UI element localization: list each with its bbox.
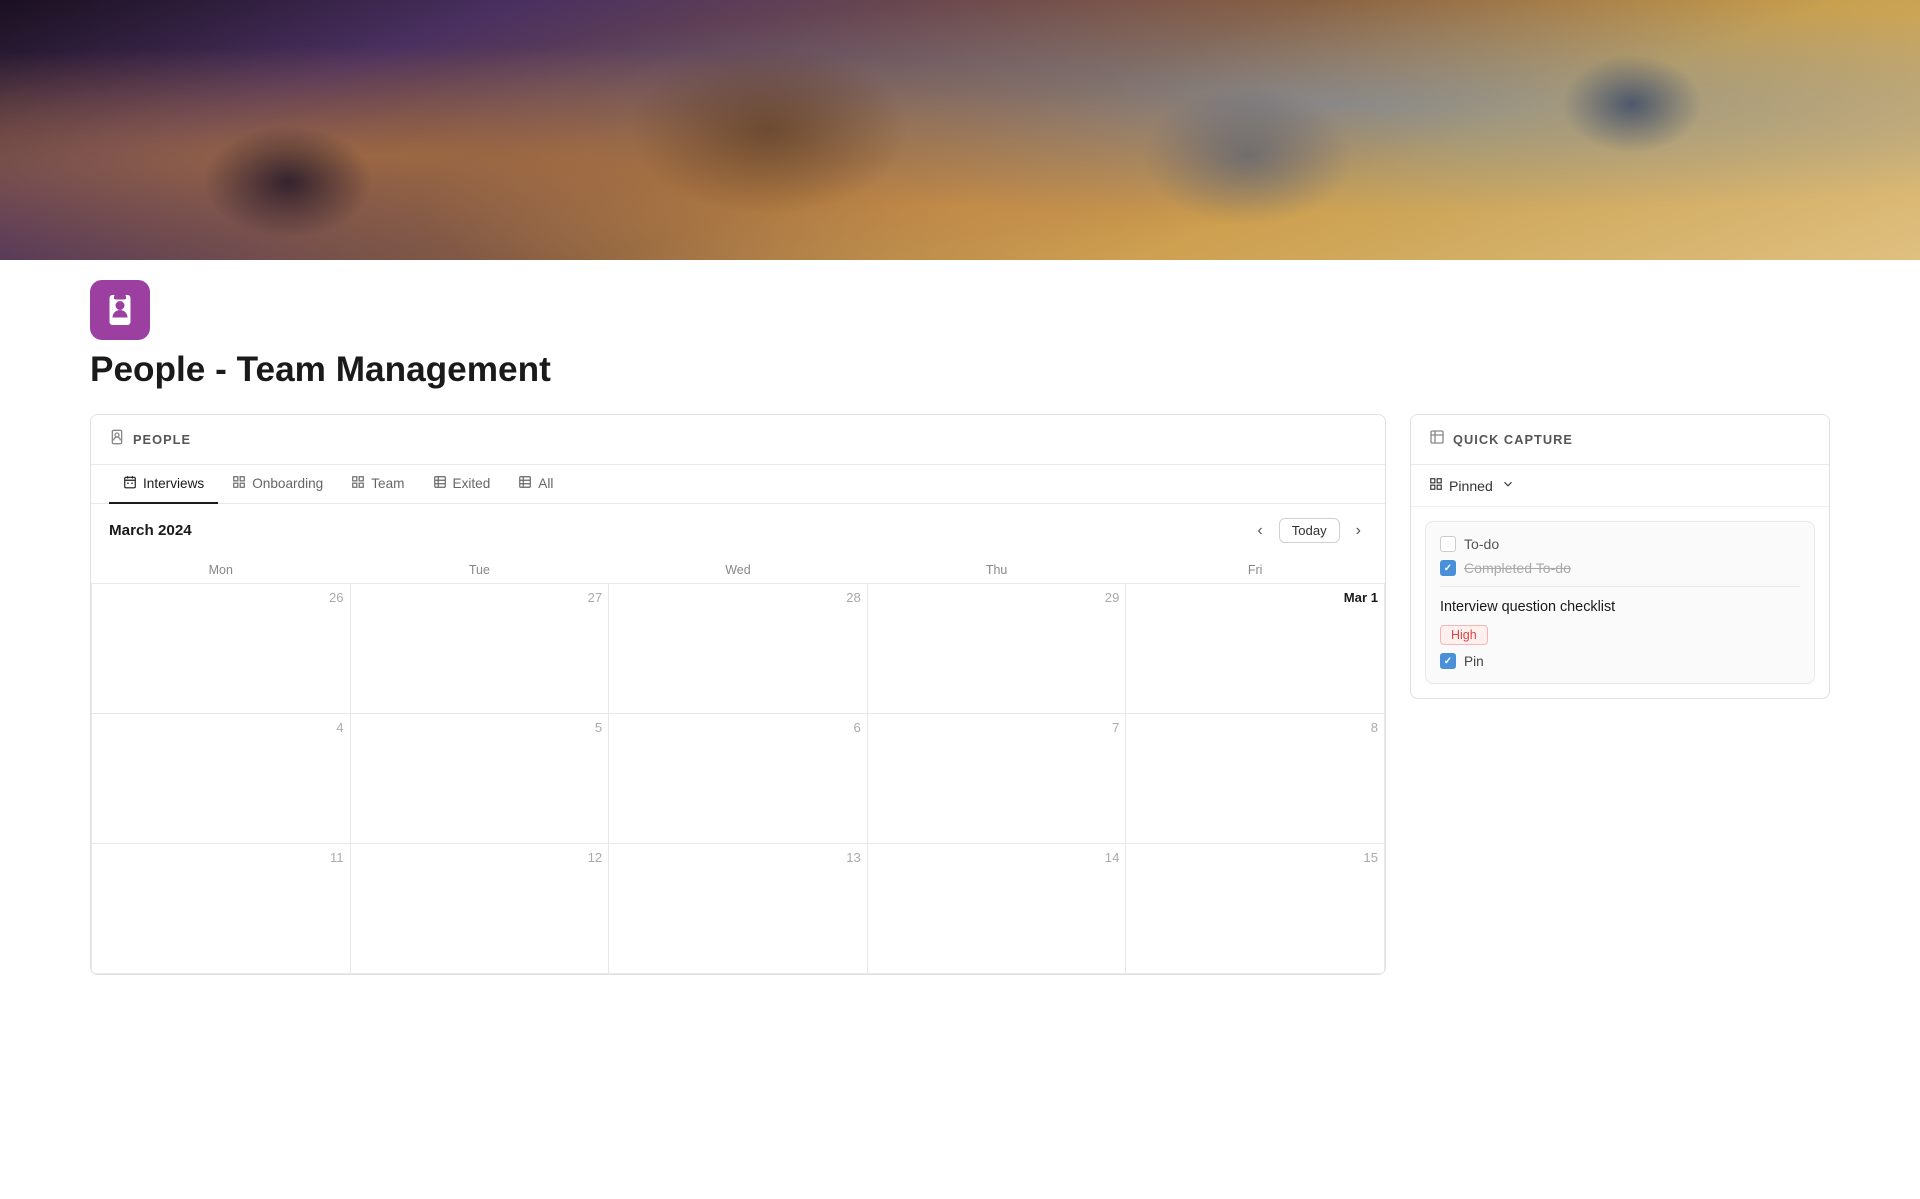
checkbox-checked[interactable]: [1440, 560, 1456, 576]
col-wed: Wed: [609, 557, 868, 584]
todo-item-checked: Completed To-do: [1440, 560, 1800, 576]
calendar-cell-mar12[interactable]: 12: [350, 844, 609, 974]
quick-capture-header: QUICK CAPTURE: [1411, 415, 1829, 465]
tab-interviews-label: Interviews: [143, 476, 204, 491]
grid-icon-1: [232, 475, 246, 492]
pinned-label: Pinned: [1449, 478, 1493, 494]
card-divider: [1440, 586, 1800, 587]
calendar-cell-feb29[interactable]: 29: [867, 584, 1126, 714]
tab-exited[interactable]: Exited: [419, 465, 505, 504]
calendar-cell-feb26[interactable]: 26: [92, 584, 351, 714]
pin-label: Pin: [1464, 654, 1484, 669]
calendar-week-2: 4 5 6 7 8: [92, 714, 1385, 844]
calendar-icon: [123, 475, 137, 492]
table-icon-2: [518, 475, 532, 492]
people-panel-icon: [109, 429, 125, 450]
calendar-cell-mar14[interactable]: 14: [867, 844, 1126, 974]
calendar-cell-mar5[interactable]: 5: [350, 714, 609, 844]
tab-all-label: All: [538, 476, 553, 491]
table-icon-1: [433, 475, 447, 492]
calendar-month: March 2024: [109, 522, 192, 539]
calendar-nav: ‹ Today ›: [1251, 518, 1367, 543]
calendar-cell-mar8[interactable]: 8: [1126, 714, 1385, 844]
calendar-grid: Mon Tue Wed Thu Fri 26 27 28 29 Mar 1: [91, 557, 1385, 974]
calendar-header: March 2024 ‹ Today ›: [91, 504, 1385, 557]
hero-banner: [0, 0, 1920, 260]
checkbox-empty[interactable]: [1440, 536, 1456, 552]
calendar-cell-mar7[interactable]: 7: [867, 714, 1126, 844]
calendar-today-button[interactable]: Today: [1279, 518, 1340, 543]
people-panel: PEOPLE Interviews: [90, 414, 1386, 975]
calendar-cell-mar13[interactable]: 13: [609, 844, 868, 974]
calendar-week-3: 11 12 13 14 15: [92, 844, 1385, 974]
calendar-cell-feb28[interactable]: 28: [609, 584, 868, 714]
priority-badge: High: [1440, 625, 1488, 645]
pin-item: Pin: [1440, 653, 1800, 669]
tab-team-label: Team: [371, 476, 404, 491]
page-icon: [90, 280, 150, 340]
completed-todo-label: Completed To-do: [1464, 560, 1571, 576]
main-content: PEOPLE Interviews: [0, 414, 1920, 975]
calendar-cell-mar6[interactable]: 6: [609, 714, 868, 844]
card-title: Interview question checklist: [1440, 597, 1800, 617]
panel-header: PEOPLE: [91, 415, 1385, 465]
tab-onboarding[interactable]: Onboarding: [218, 465, 337, 504]
pin-checkbox[interactable]: [1440, 653, 1456, 669]
grid-icon-2: [351, 475, 365, 492]
col-mon: Mon: [92, 557, 351, 584]
tab-all[interactable]: All: [504, 465, 567, 504]
tabs-bar: Interviews Onboarding: [91, 465, 1385, 504]
calendar-cell-mar4[interactable]: 4: [92, 714, 351, 844]
col-tue: Tue: [350, 557, 609, 584]
col-fri: Fri: [1126, 557, 1385, 584]
grid-pinned-icon: [1429, 477, 1443, 494]
quick-capture-title: QUICK CAPTURE: [1453, 432, 1573, 447]
chevron-down-icon: [1501, 477, 1515, 494]
tab-team[interactable]: Team: [337, 465, 418, 504]
tab-exited-label: Exited: [453, 476, 491, 491]
quick-capture-panel: QUICK CAPTURE Pinned: [1410, 414, 1830, 699]
todo-item-unchecked: To-do: [1440, 536, 1800, 552]
tab-interviews[interactable]: Interviews: [109, 465, 218, 504]
calendar-cell-mar15[interactable]: 15: [1126, 844, 1385, 974]
calendar-cell-feb27[interactable]: 27: [350, 584, 609, 714]
calendar-week-1: 26 27 28 29 Mar 1: [92, 584, 1385, 714]
calendar-cell-mar11[interactable]: 11: [92, 844, 351, 974]
capture-card: To-do Completed To-do Interview question…: [1425, 521, 1815, 684]
quick-capture-icon: [1429, 429, 1445, 450]
pinned-header[interactable]: Pinned: [1411, 465, 1829, 507]
calendar-prev-button[interactable]: ‹: [1251, 520, 1268, 542]
calendar-cell-mar1[interactable]: Mar 1: [1126, 584, 1385, 714]
col-thu: Thu: [867, 557, 1126, 584]
tab-onboarding-label: Onboarding: [252, 476, 323, 491]
todo-label: To-do: [1464, 536, 1499, 552]
page-title: People - Team Management: [90, 350, 1920, 390]
people-panel-title: PEOPLE: [133, 432, 191, 447]
calendar-next-button[interactable]: ›: [1350, 520, 1367, 542]
